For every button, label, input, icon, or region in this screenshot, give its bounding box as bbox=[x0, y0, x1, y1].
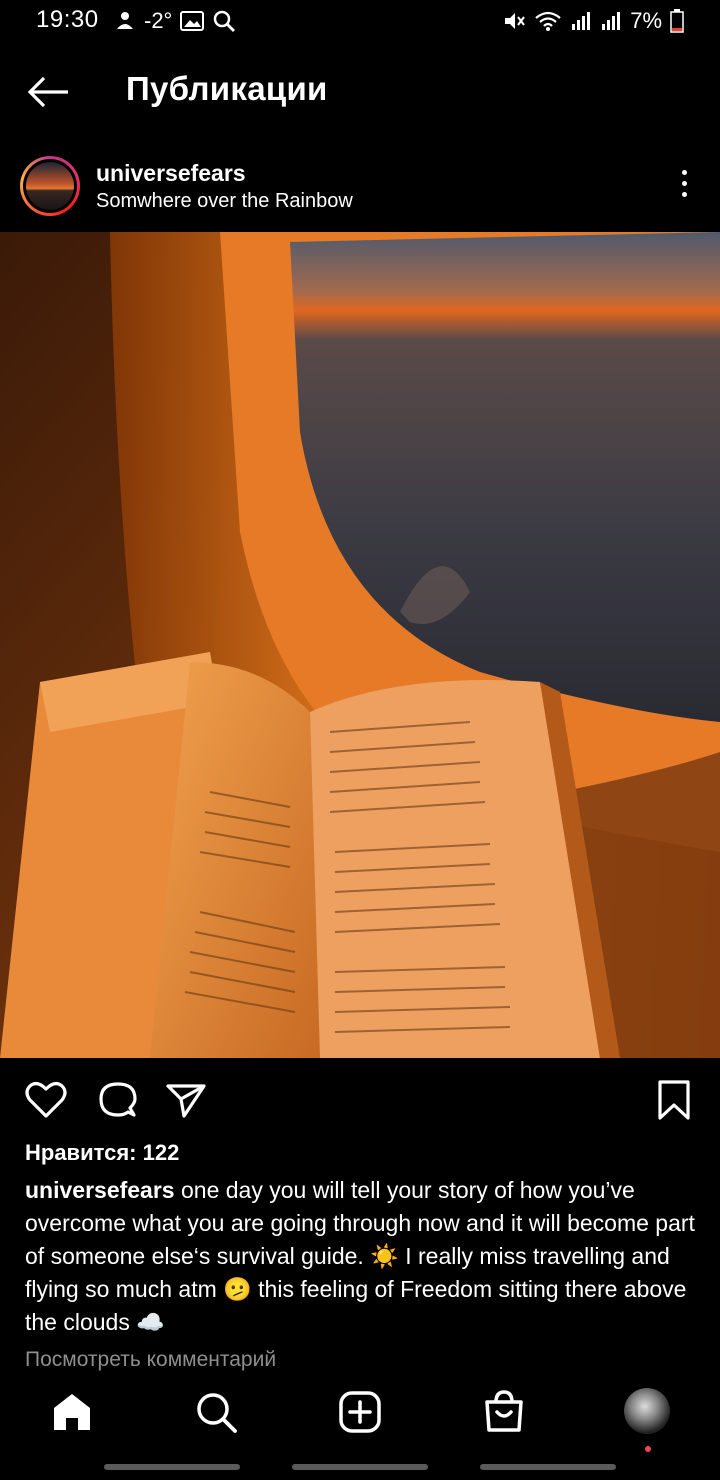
likes-count[interactable]: Нравится: 122 bbox=[25, 1140, 179, 1166]
story-avatar[interactable] bbox=[20, 156, 80, 216]
gesture-pill bbox=[104, 1464, 240, 1470]
notification-dot bbox=[645, 1446, 651, 1452]
nav-shop[interactable] bbox=[480, 1388, 528, 1436]
post-header: universefears Somwhere over the Rainbow bbox=[0, 150, 720, 222]
view-comments-link[interactable]: Посмотреть комментарий bbox=[25, 1348, 276, 1372]
more-dots-icon bbox=[681, 170, 687, 175]
weather-icon bbox=[117, 12, 133, 29]
heart-icon bbox=[25, 1082, 67, 1118]
comment-icon bbox=[99, 1082, 137, 1117]
signal-icon bbox=[572, 12, 591, 30]
status-temperature: -2° bbox=[144, 8, 173, 33]
bookmark-icon bbox=[658, 1080, 690, 1120]
nav-profile[interactable] bbox=[624, 1388, 672, 1452]
gesture-bar bbox=[0, 1462, 720, 1472]
search-icon bbox=[197, 1393, 237, 1433]
post-caption: universefears one day you will tell your… bbox=[25, 1174, 695, 1339]
signal-icon bbox=[602, 12, 621, 30]
arrow-left-icon bbox=[27, 76, 68, 108]
search-icon bbox=[214, 10, 236, 32]
back-button[interactable] bbox=[26, 74, 70, 110]
more-options-button[interactable] bbox=[678, 170, 690, 204]
post-actions bbox=[0, 1074, 720, 1130]
shop-icon bbox=[485, 1390, 523, 1432]
gallery-icon bbox=[180, 11, 205, 31]
mute-icon bbox=[505, 13, 526, 29]
nav-home[interactable] bbox=[48, 1388, 96, 1436]
home-icon bbox=[54, 1394, 90, 1430]
profile-avatar bbox=[624, 1388, 670, 1434]
avatar bbox=[26, 162, 74, 210]
nav-search[interactable] bbox=[192, 1388, 240, 1436]
bottom-navigation bbox=[0, 1380, 720, 1452]
paper-plane-icon bbox=[166, 1084, 206, 1118]
gesture-pill bbox=[480, 1464, 616, 1470]
battery-icon bbox=[670, 9, 684, 33]
post-image[interactable] bbox=[0, 232, 720, 1058]
battery-percent: 7% bbox=[630, 8, 662, 33]
gesture-pill bbox=[292, 1464, 428, 1470]
save-button[interactable] bbox=[652, 1078, 696, 1127]
share-button[interactable] bbox=[164, 1078, 208, 1127]
comment-button[interactable] bbox=[96, 1078, 140, 1127]
photo-illustration bbox=[0, 232, 720, 1058]
page-title: Публикации bbox=[126, 70, 328, 107]
post-username[interactable]: universefears bbox=[96, 160, 246, 187]
like-button[interactable] bbox=[24, 1078, 68, 1127]
status-bar: 19:30 -2° 7% bbox=[0, 0, 720, 44]
wifi-icon bbox=[535, 11, 561, 31]
status-time: 19:30 bbox=[36, 6, 99, 33]
post-location[interactable]: Somwhere over the Rainbow bbox=[96, 190, 353, 213]
nav-new-post[interactable] bbox=[336, 1388, 384, 1436]
top-header: Публикации bbox=[0, 60, 720, 124]
new-post-icon bbox=[339, 1391, 381, 1433]
caption-username[interactable]: universefears bbox=[25, 1177, 175, 1203]
